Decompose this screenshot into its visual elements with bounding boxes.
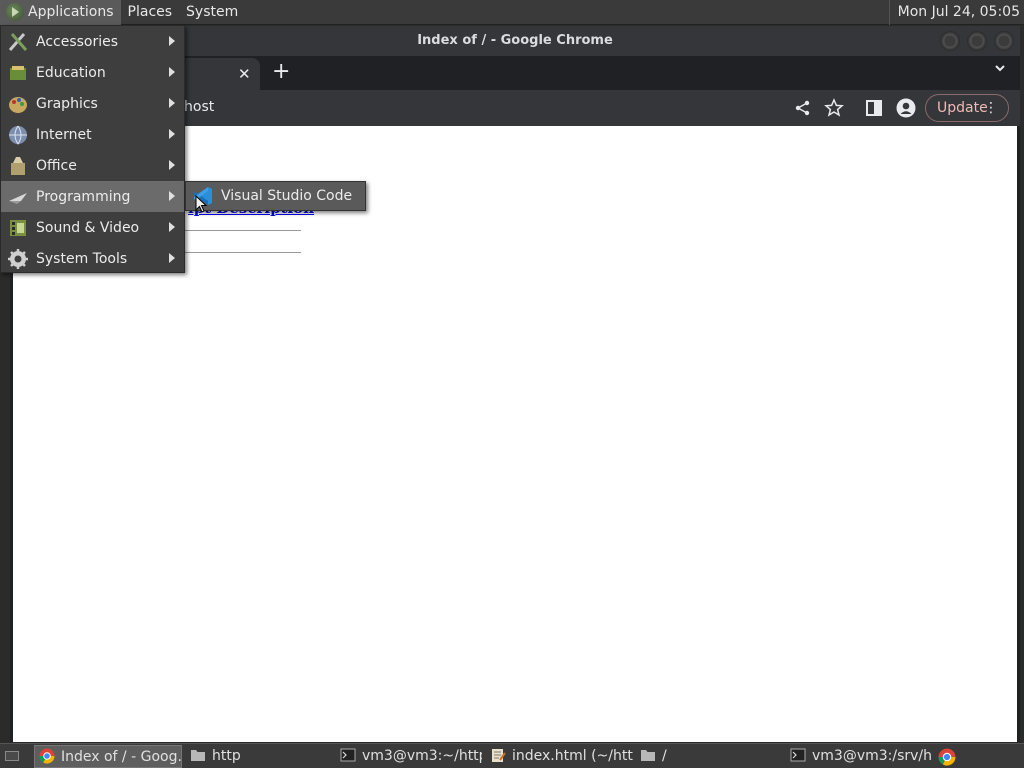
submenu-arrow-icon [169,129,175,139]
office-icon [11,156,25,175]
taskbar-item-label: vm3@vm3:/srv/h... [812,748,932,764]
taskbar-item-chrome[interactable]: Index of / - Goog... [34,745,182,768]
submenu-item-vscode[interactable]: Visual Studio Code [221,188,352,204]
submenu-arrow-icon [169,191,175,201]
menu-item-system-tools[interactable]: System Tools [1,243,184,274]
menu-item-label: Programming [36,188,131,205]
taskbar-item-terminal-srv[interactable]: vm3@vm3:/srv/h... [786,745,932,768]
address-bar[interactable]: host [184,99,214,115]
submenu-arrow-icon [169,67,175,77]
update-button[interactable]: Update ⋮ [925,94,1009,122]
sound-video-icon [10,219,26,236]
menu-item-sound-video[interactable]: Sound & Video [1,212,184,243]
programming-icon [9,192,27,204]
menu-item-education[interactable]: Education [1,57,184,88]
taskbar-item-label: index.html (~/htt... [512,748,634,764]
menu-item-graphics[interactable]: Graphics [1,88,184,119]
chrome-menu-icon[interactable]: ⋮ [984,95,998,121]
update-label: Update [937,100,988,116]
applications-menu-label: Applications [28,3,114,20]
places-menu-button[interactable]: Places [121,0,180,25]
submenu-arrow-icon [169,98,175,108]
taskbar-item-root-folder[interactable]: / [636,745,782,768]
menu-item-label: Internet [36,126,92,143]
submenu-arrow-icon [169,222,175,232]
distro-logo-icon [6,3,24,21]
maximize-button[interactable] [967,31,987,51]
system-menu-button[interactable]: System [179,0,245,25]
menu-item-label: Office [36,157,77,174]
menu-item-label: System Tools [36,250,128,267]
close-tab-icon[interactable]: ✕ [238,65,251,83]
tab-search-chevron-icon[interactable] [994,62,1006,74]
applications-menu: Accessories Education Graphics Internet … [0,25,185,273]
terminal-icon [790,748,806,762]
submenu-arrow-icon [169,36,175,46]
share-icon[interactable] [793,98,813,118]
taskbar-item-http-folder[interactable]: http [186,745,326,768]
folder-icon [191,750,205,761]
minimize-button[interactable] [940,31,960,51]
taskbar: Index of / - Goog... http vm3@vm3:~/http… [0,743,1024,768]
mouse-pointer-icon [195,195,207,213]
horizontal-rule [185,230,301,231]
accessories-icon [8,32,28,51]
menu-item-accessories[interactable]: Accessories [1,26,184,57]
show-desktop-icon[interactable] [4,748,20,764]
taskbar-item-text-editor[interactable]: index.html (~/htt... [486,745,634,768]
taskbar-item-label: / [662,748,667,764]
side-panel-icon[interactable] [864,98,884,118]
programming-submenu: Visual Studio Code [185,181,366,211]
profile-avatar-icon[interactable] [896,98,916,118]
menu-item-office[interactable]: Office [1,150,184,181]
taskbar-item-label: Index of / - Goog... [61,749,182,765]
internet-globe-icon [9,125,27,145]
terminal-icon [340,748,356,762]
menu-item-label: Graphics [36,95,98,112]
graphics-icon [9,96,27,113]
folder-icon [641,750,655,761]
menu-item-label: Accessories [36,33,119,50]
new-tab-button[interactable]: + [272,59,290,84]
close-window-button[interactable] [994,31,1014,51]
menu-item-label: Education [36,64,106,81]
text-editor-icon [492,749,506,762]
system-tools-gear-icon [8,248,28,269]
applications-menu-button[interactable]: Applications [0,0,121,25]
clock[interactable]: Mon Jul 24, 05:05 [888,0,1020,25]
submenu-arrow-icon [169,160,175,170]
menu-item-label: Sound & Video [36,219,140,236]
education-icon [10,65,26,80]
top-panel: Applications Places System Mon Jul 24, 0… [0,0,1024,25]
taskbar-item-label: http [212,748,241,764]
taskbar-item-label: vm3@vm3:~/http [362,748,482,764]
bookmark-star-icon[interactable] [824,98,844,118]
taskbar-item-terminal-home[interactable]: vm3@vm3:~/http [336,745,482,768]
tray-chrome-icon[interactable] [938,748,956,766]
horizontal-rule [185,252,301,253]
menu-item-internet[interactable]: Internet [1,119,184,150]
submenu-arrow-icon [169,253,175,263]
chrome-icon [39,748,55,764]
menu-item-programming[interactable]: Programming [1,181,184,212]
